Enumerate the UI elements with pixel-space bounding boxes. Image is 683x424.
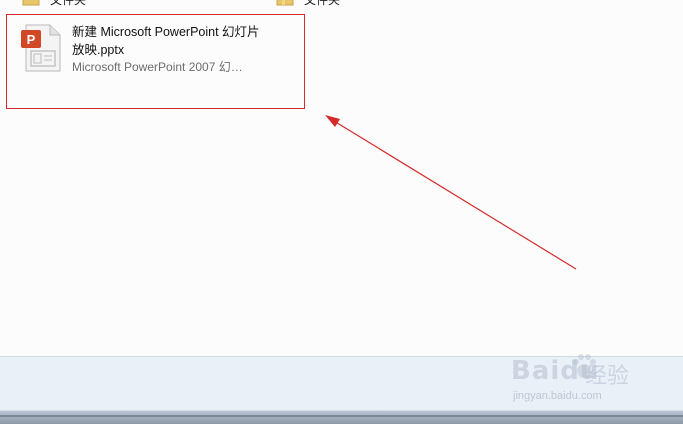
file-list-pane: 文件夹 文件夹 P 新建 Microsoft PowerPoint 幻灯片放映.… — [0, 0, 683, 356]
folder-icon — [22, 0, 40, 6]
watermark-product: 经验 — [585, 363, 630, 388]
folder-label: 文件夹 — [50, 0, 87, 7]
baidu-watermark: Baidu 经验 jingyan.baidu.com — [505, 348, 665, 408]
annotation-highlight-box — [6, 14, 305, 109]
taskbar — [0, 410, 683, 424]
folder-label: 文件夹 — [304, 0, 341, 7]
watermark-url: jingyan.baidu.com — [513, 390, 602, 402]
folder-icon — [276, 0, 294, 6]
